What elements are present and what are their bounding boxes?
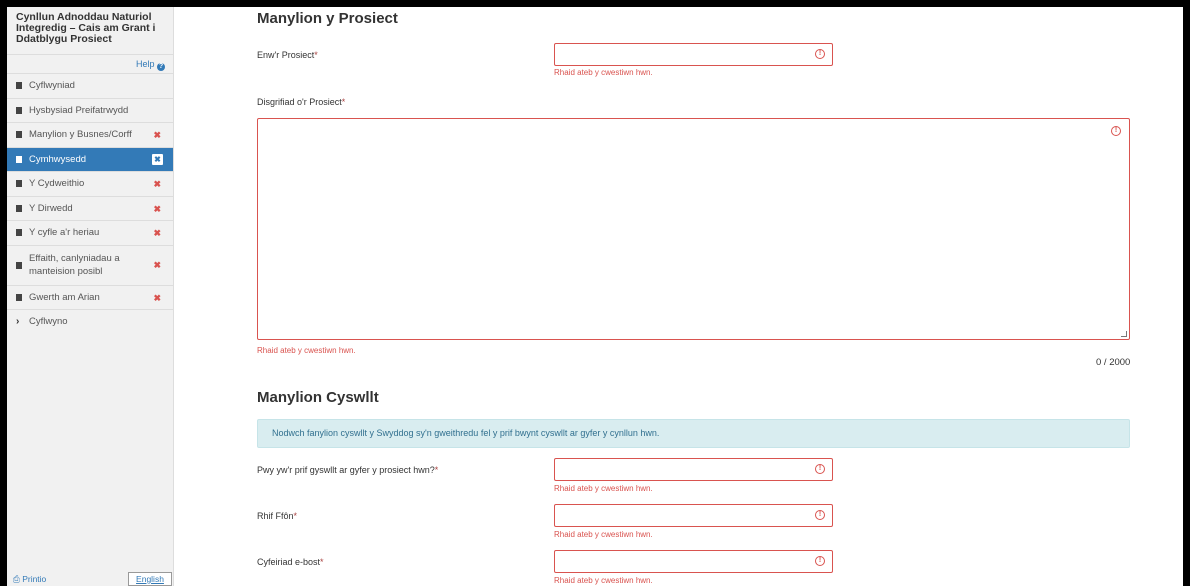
document-icon (16, 293, 22, 301)
contact-person-error: Rhaid ateb y cwestiwn hwn. (554, 484, 653, 493)
printer-icon: ⎙ (13, 574, 20, 584)
sidebar-item-cymhwysedd[interactable]: Cymhwysedd ✖ (7, 147, 173, 172)
sidebar-title: Cynllun Adnoddau Naturiol Integredig – C… (16, 11, 156, 45)
phone-input[interactable]: ! (554, 504, 833, 527)
phone-error: Rhaid ateb y cwestiwn hwn. (554, 530, 653, 539)
sidebar-item-y-dirwedd[interactable]: Y Dirwedd ✖ (7, 197, 173, 221)
contact-person-label: Pwy yw'r prif gyswllt ar gyfer y prosiec… (257, 465, 438, 475)
contact-person-input[interactable]: ! (554, 458, 833, 481)
help-link[interactable]: Help ? (7, 54, 173, 74)
sidebar-item-hysbysiad-preifatrwydd[interactable]: Hysbysiad Preifatrwydd (7, 99, 173, 123)
application-window: Cynllun Adnoddau Naturiol Integredig – C… (7, 7, 1183, 586)
sidebar-item-label: Y cyfle a'r heriau (29, 227, 100, 238)
sidebar-item-effaith[interactable]: Effaith, canlyniadau a manteision posibl… (7, 246, 173, 286)
sidebar-item-label: Cyflwyno (29, 316, 68, 327)
print-label: Printio (22, 574, 47, 584)
sidebar-item-label: Effaith, canlyniadau a manteision posibl (29, 252, 120, 277)
warning-icon: ! (815, 464, 825, 474)
email-label-text: Cyfeiriad e-bost (257, 557, 321, 567)
print-link[interactable]: ⎙ Printio (13, 574, 46, 585)
project-desc-label-text: Disgrifiad o'r Prosiect (257, 97, 342, 107)
project-description-textarea[interactable]: ! (257, 118, 1130, 340)
error-x-icon: ✖ (153, 203, 161, 214)
document-icon (16, 155, 22, 163)
email-input[interactable]: ! (554, 550, 833, 573)
language-toggle-button[interactable]: English (128, 572, 172, 586)
document-icon (16, 82, 22, 89)
project-name-error: Rhaid ateb y cwestiwn hwn. (554, 68, 653, 77)
warning-icon: ! (815, 510, 825, 520)
project-name-input[interactable]: ! (554, 43, 833, 66)
error-x-icon: ✖ (153, 292, 161, 303)
error-x-icon: ✖ (153, 228, 161, 238)
warning-icon: ! (1111, 126, 1121, 136)
project-name-label-text: Enw'r Prosiect (257, 50, 315, 60)
document-icon (16, 180, 22, 187)
required-mark: * (320, 557, 324, 567)
email-label: Cyfeiriad e-bost* (257, 557, 324, 567)
document-icon (16, 229, 22, 236)
error-x-icon: ✖ (153, 259, 161, 270)
character-counter: 0 / 2000 (1096, 357, 1131, 368)
phone-label: Rhif Ffôn* (257, 511, 297, 521)
document-icon (16, 131, 22, 138)
sidebar-item-label: Y Dirwedd (29, 202, 73, 214)
error-x-icon: ✖ (152, 153, 163, 165)
project-section-title: Manylion y Prosiect (257, 10, 398, 27)
document-icon (16, 204, 22, 212)
sidebar-footer: ⎙ Printio English (7, 572, 174, 586)
required-mark: * (341, 97, 346, 107)
contact-section-title: Manylion Cyswllt (257, 389, 379, 406)
main-content: Manylion y Prosiect Enw'r Prosiect* ! Rh… (174, 7, 1183, 586)
warning-icon: ! (815, 556, 825, 566)
required-mark: * (314, 50, 318, 60)
required-mark: * (293, 511, 298, 521)
sidebar-item-gwerth-am-arian[interactable]: Gwerth am Arian ✖ (7, 286, 173, 310)
contact-person-label-text: Pwy yw'r prif gyswllt ar gyfer y prosiec… (257, 465, 435, 475)
question-icon: ? (157, 63, 165, 71)
required-mark: * (434, 465, 439, 475)
sidebar: Cynllun Adnoddau Naturiol Integredig – C… (7, 7, 174, 586)
error-x-icon: ✖ (153, 130, 161, 140)
sidebar-item-manylion-busnes[interactable]: Manylion y Busnes/Corff ✖ (7, 123, 173, 148)
project-desc-label: Disgrifiad o'r Prosiect* (257, 97, 345, 107)
help-label: Help (135, 59, 155, 69)
sidebar-item-label: Gwerth am Arian (29, 291, 100, 303)
sidebar-item-cyflwyno[interactable]: › Cyflwyno (7, 310, 173, 335)
project-name-label: Enw'r Prosiect* (257, 50, 318, 60)
document-icon (16, 261, 22, 269)
sidebar-item-label: Manylion y Busnes/Corff (29, 129, 132, 140)
sidebar-item-label: Cymhwysedd (29, 153, 87, 165)
sidebar-item-label: Y Cydweithio (29, 178, 85, 189)
resize-handle[interactable] (1121, 331, 1127, 337)
contact-info-alert: Nodwch fanylion cyswllt y Swyddog sy'n g… (257, 419, 1130, 448)
chevron-right-icon: › (16, 316, 20, 327)
email-error: Rhaid ateb y cwestiwn hwn. (554, 576, 653, 585)
document-icon (16, 106, 22, 114)
sidebar-item-y-cyfle[interactable]: Y cyfle a'r heriau ✖ (7, 221, 173, 246)
phone-label-text: Rhif Ffôn (257, 511, 294, 521)
sidebar-item-label: Cyflwyniad (29, 80, 75, 91)
sidebar-item-cyflwyniad[interactable]: Cyflwyniad (7, 74, 173, 99)
sidebar-item-label: Hysbysiad Preifatrwydd (29, 104, 129, 116)
sidebar-item-y-cydweithio[interactable]: Y Cydweithio ✖ (7, 172, 173, 197)
error-x-icon: ✖ (153, 179, 161, 189)
project-desc-error: Rhaid ateb y cwestiwn hwn. (257, 346, 356, 355)
warning-icon: ! (815, 49, 825, 59)
